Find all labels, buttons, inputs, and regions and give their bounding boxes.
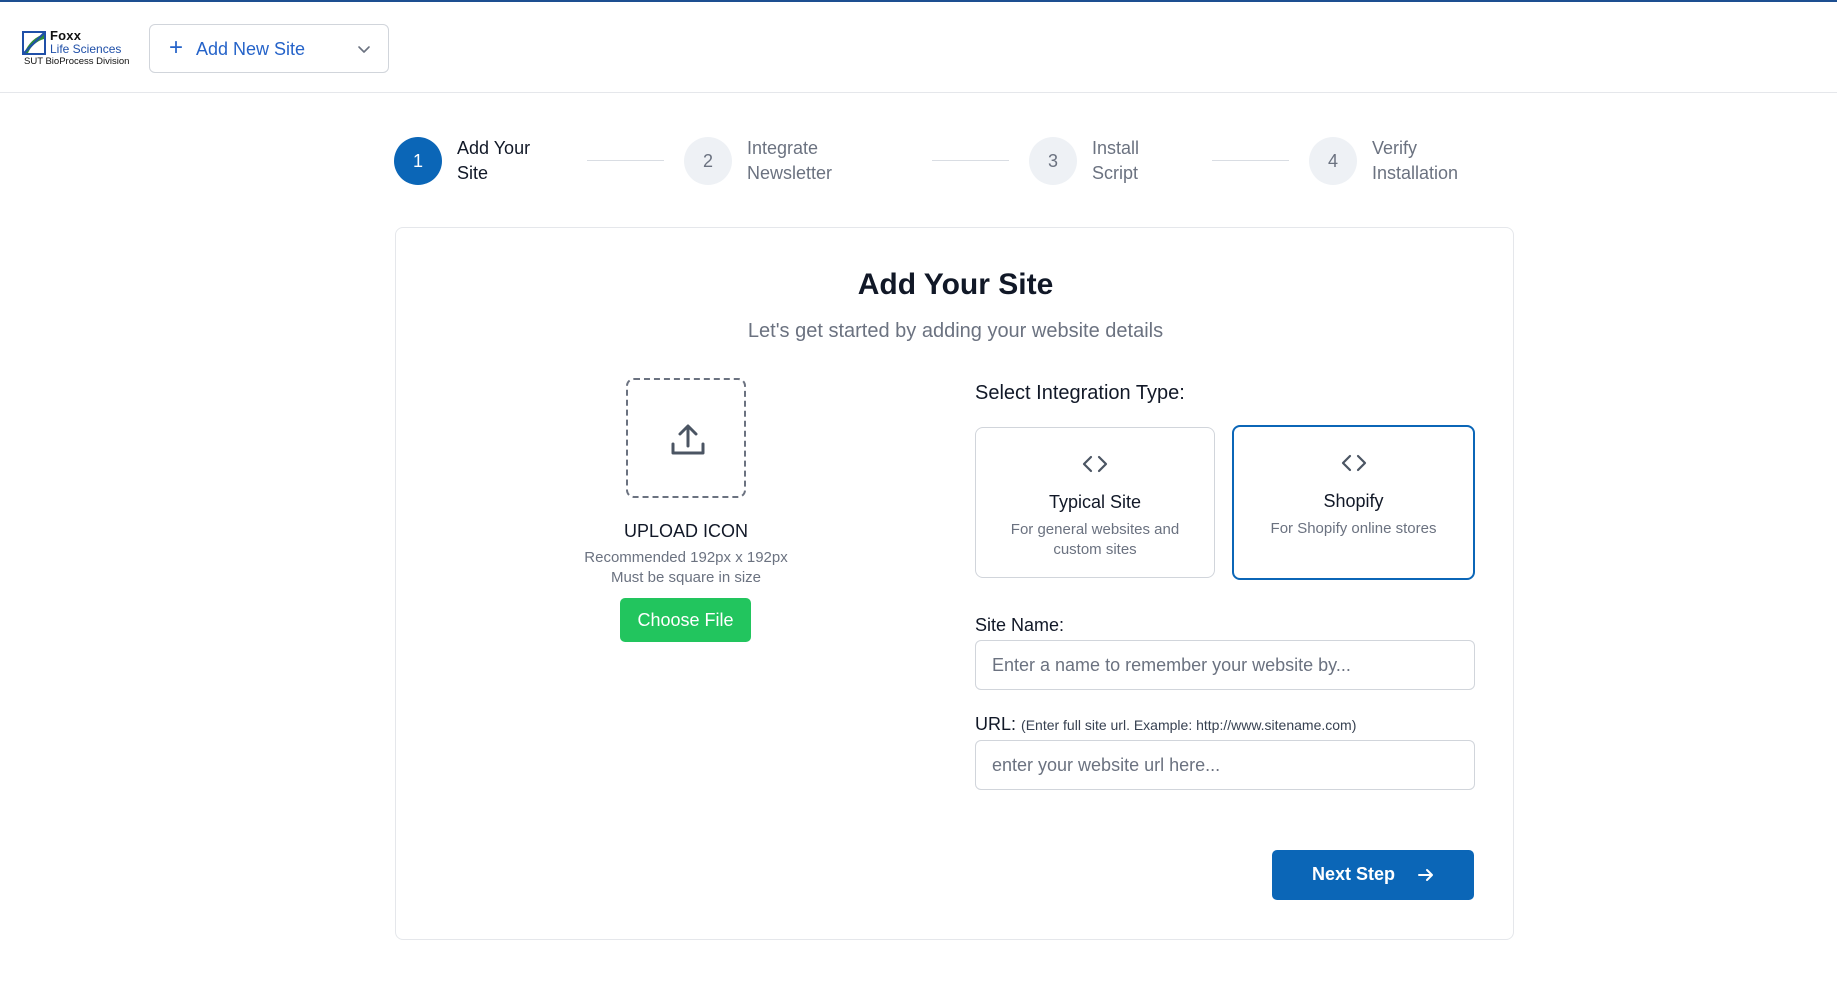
top-header: Foxx Life Sciences SUT BioProcess Divisi… — [0, 2, 1837, 93]
next-step-label: Next Step — [1312, 864, 1396, 884]
step-3-label-line2: Script — [1092, 163, 1139, 183]
upload-icon-dropzone[interactable] — [626, 378, 746, 498]
integration-option-shopify[interactable]: Shopify For Shopify online stores — [1232, 425, 1475, 580]
code-icon — [976, 452, 1214, 476]
logo-mark-icon — [22, 31, 46, 55]
step-1-circle: 1 — [394, 137, 442, 185]
site-name-label: Site Name: — [975, 615, 1065, 635]
step-3-label-line1: Install — [1092, 138, 1140, 158]
plus-icon: + — [168, 34, 183, 61]
url-hint: (Enter full site url. Example: http://ww… — [1021, 717, 1357, 733]
chevron-down-icon — [358, 46, 370, 53]
url-input[interactable] — [975, 740, 1475, 790]
company-logo[interactable]: Foxx Life Sciences SUT BioProcess Divisi… — [22, 28, 132, 68]
step-4-label-line1: Verify — [1372, 138, 1418, 158]
integration-option-typical-site[interactable]: Typical Site For general websites and cu… — [975, 427, 1215, 578]
step-2-label-line2: Newsletter — [747, 163, 833, 183]
step-2-label-line1: Integrate — [747, 138, 819, 158]
integration-option-description: For general websites and custom sites — [1010, 521, 1180, 558]
page-subtitle: Let's get started by adding your website… — [747, 320, 1164, 342]
step-4-label-line2: Installation — [1372, 163, 1459, 183]
site-name-input[interactable] — [975, 640, 1475, 690]
logo-division: SUT BioProcess Division — [24, 56, 130, 67]
next-step-button[interactable]: Next Step — [1272, 850, 1474, 900]
step-1-label-line1: Add Your — [457, 138, 531, 158]
integration-option-name: Typical Site — [1048, 492, 1142, 512]
integration-option-name: Shopify — [1323, 491, 1384, 511]
upload-title: UPLOAD ICON — [623, 521, 749, 541]
add-site-card: Add Your Site Let's get started by addin… — [395, 227, 1514, 940]
logo-subname: Life Sciences — [50, 42, 122, 56]
url-label-text: URL: — [975, 714, 1017, 734]
step-2-circle: 2 — [684, 137, 732, 185]
step-4-label: Verify Installation — [1372, 136, 1492, 186]
step-3-label: Install Script — [1092, 136, 1212, 186]
upload-icon — [671, 424, 705, 455]
code-icon — [1234, 451, 1473, 475]
step-4-circle: 4 — [1309, 137, 1357, 185]
step-1-label-line2: Site — [457, 163, 489, 183]
step-1-label: Add Your Site — [457, 136, 577, 186]
upload-note-square: Must be square in size — [610, 569, 762, 586]
step-connector — [932, 160, 1009, 161]
arrow-right-icon — [1418, 869, 1433, 881]
step-3-circle: 3 — [1029, 137, 1077, 185]
step-connector — [1212, 160, 1289, 161]
step-2-label: Integrate Newsletter — [747, 136, 867, 186]
integration-type-label: Select Integration Type: — [975, 382, 1185, 404]
page-title: Add Your Site — [857, 268, 1054, 301]
url-label: URL: (Enter full site url. Example: http… — [975, 714, 1356, 735]
site-selector-label: Add New Site — [196, 39, 306, 59]
site-selector-dropdown[interactable]: + Add New Site — [149, 24, 389, 73]
logo-name: Foxx — [50, 28, 82, 43]
integration-option-description: For Shopify online stores — [1270, 520, 1437, 537]
step-connector — [587, 160, 664, 161]
upload-note-size: Recommended 192px x 192px — [584, 549, 788, 566]
choose-file-button[interactable]: Choose File — [620, 598, 751, 642]
